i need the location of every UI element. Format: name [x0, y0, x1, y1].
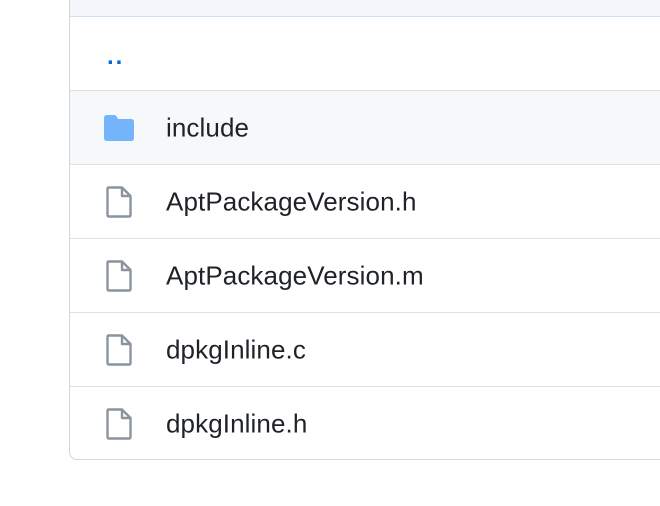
file-icon [101, 259, 137, 292]
file-name[interactable]: dpkgInline.c [166, 334, 306, 365]
file-list: .. include AptPackageVersion.h AptPackag… [69, 0, 660, 460]
file-row-include[interactable]: include [70, 91, 660, 165]
file-row-dpkginline-c[interactable]: dpkgInline.c [70, 313, 660, 387]
file-list-header [70, 0, 660, 17]
file-name[interactable]: AptPackageVersion.m [166, 260, 424, 291]
file-name[interactable]: include [166, 112, 249, 143]
file-icon [101, 333, 137, 366]
file-name[interactable]: dpkgInline.h [166, 409, 307, 440]
file-row-aptpackageversion-h[interactable]: AptPackageVersion.h [70, 165, 660, 239]
parent-directory-row[interactable]: .. [70, 17, 660, 91]
file-row-dpkginline-h[interactable]: dpkgInline.h [70, 387, 660, 459]
file-name[interactable]: AptPackageVersion.h [166, 186, 417, 217]
file-icon [101, 408, 137, 440]
parent-directory-link[interactable]: .. [107, 42, 124, 70]
file-icon [101, 185, 137, 218]
folder-icon [101, 112, 137, 144]
file-row-aptpackageversion-m[interactable]: AptPackageVersion.m [70, 239, 660, 313]
